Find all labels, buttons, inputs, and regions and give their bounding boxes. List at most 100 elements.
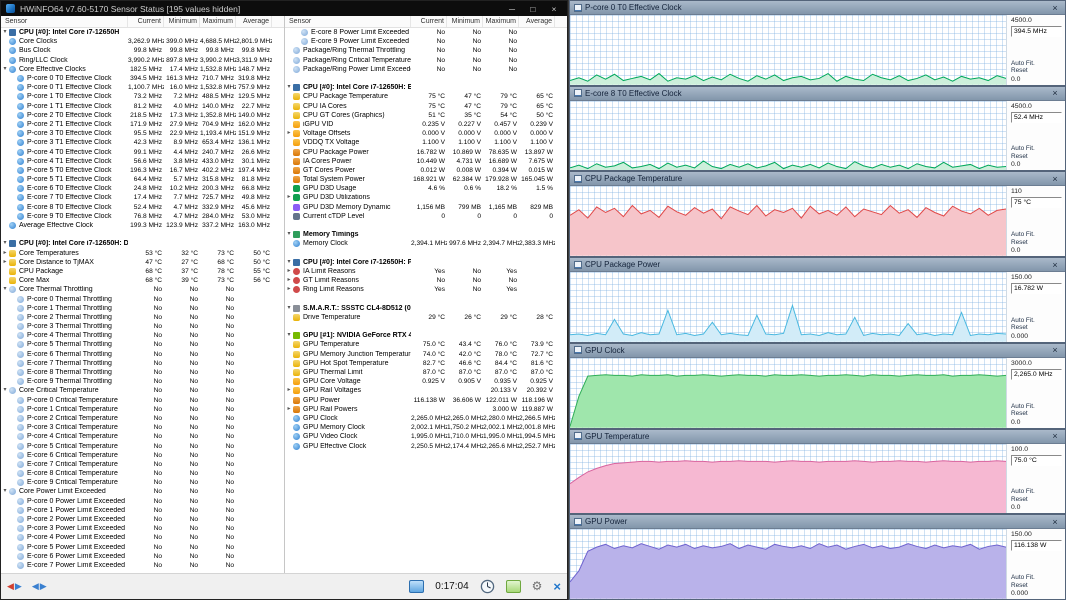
sensor-row[interactable]: P-core 1 T1 Effective Clock81.2 MHz4.0 M…	[1, 102, 272, 111]
sensor-row[interactable]: Ring/LLC Clock3,990.2 MHz897.8 MHz3,990.…	[1, 56, 272, 65]
sensor-row[interactable]: P-core 3 T0 Effective Clock95.5 MHz22.9 …	[1, 129, 272, 138]
sensor-row[interactable]: Core Clocks3,262.9 MHz399.0 MHz4,688.5 M…	[1, 37, 272, 46]
sensor-row[interactable]: P-core 2 T1 Effective Clock171.9 MHz27.9…	[1, 120, 272, 129]
graph-titlebar[interactable]: CPU Package Temperature×	[570, 172, 1065, 186]
sensor-group-row[interactable]: ▾CPU [#0]: Intel Core i7-12650H: DTS	[1, 239, 272, 248]
sensor-row[interactable]: GPU Video Clock1,995.0 MHz1,710.0 MHz1,9…	[285, 432, 555, 441]
auto-fit-button[interactable]: Auto Fit.	[1011, 231, 1062, 239]
sensor-row[interactable]: P-core 0 Thermal ThrottlingNoNoNo	[1, 294, 272, 303]
expand-arrow-icon[interactable]: ▸	[285, 285, 293, 294]
sensor-row[interactable]: ▸Core Temperatures53 °C32 °C73 °C50 °C	[1, 249, 272, 258]
sensor-row[interactable]: P-core 2 Thermal ThrottlingNoNoNo	[1, 313, 272, 322]
auto-fit-button[interactable]: Auto Fit.	[1011, 574, 1062, 582]
graph-plot-area[interactable]	[570, 529, 1007, 599]
sensor-row[interactable]: P-core 1 T0 Effective Clock73.2 MHz7.2 M…	[1, 92, 272, 101]
sensor-row[interactable]: ▸Core Distance to TjMAX47 °C27 °C68 °C50…	[1, 258, 272, 267]
settings-gear-icon[interactable]: ⚙	[532, 580, 543, 593]
column-header-minimum[interactable]: Minimum	[164, 16, 200, 27]
collapse-arrow-icon[interactable]: ▾	[1, 386, 9, 395]
sensor-row[interactable]: GPU Power116.138 W36.606 W122.011 W118.1…	[285, 396, 555, 405]
sensor-row[interactable]: ▸GT Limit ReasonsNoNoNo	[285, 276, 555, 285]
sensor-row[interactable]: E-core 9 Critical TemperatureNoNoNo	[1, 478, 272, 487]
column-header-maximum[interactable]: Maximum	[483, 16, 519, 27]
sensor-row[interactable]: CPU Package68 °C37 °C78 °C55 °C	[1, 267, 272, 276]
auto-fit-button[interactable]: Auto Fit.	[1011, 145, 1062, 153]
graph-titlebar[interactable]: P-core 0 T0 Effective Clock×	[570, 1, 1065, 15]
sensor-row[interactable]: Memory Clock2,394.1 MHz997.6 MHz2,394.7 …	[285, 239, 555, 248]
sensor-row[interactable]: Drive Temperature29 °C26 °C29 °C28 °C	[285, 313, 555, 322]
sensor-row[interactable]: ▸IA Limit ReasonsYesNoYes	[285, 267, 555, 276]
collapse-arrow-icon[interactable]: ▾	[1, 239, 9, 248]
sensor-row[interactable]: GPU Thermal Limit87.0 °C87.0 °C87.0 °C87…	[285, 368, 555, 377]
collapse-arrow-icon[interactable]: ▾	[1, 487, 9, 496]
swap-panels-icon[interactable]: ◀▶	[32, 581, 47, 592]
arrow-left-icon[interactable]: ◀	[32, 581, 39, 592]
sensor-row[interactable]: GPU Clock2,265.0 MHz2,265.0 MHz2,280.0 M…	[285, 414, 555, 423]
sensor-row[interactable]: P-core 5 Critical TemperatureNoNoNo	[1, 441, 272, 450]
sensor-group-row[interactable]: ▾CPU [#0]: Intel Core i7-12650H: Perfor.…	[285, 258, 555, 267]
sensor-group-row[interactable]: ▾S.M.A.R.T.: SSSTC CL4-8D512 (0023124...	[285, 304, 555, 313]
sensor-row[interactable]: P-core 2 T0 Effective Clock218.5 MHz17.3…	[1, 111, 272, 120]
sensor-row[interactable]: GPU Core Voltage0.925 V0.905 V0.935 V0.9…	[285, 377, 555, 386]
arrow-left-icon[interactable]: ◀	[7, 581, 14, 592]
maximize-button[interactable]: □	[525, 4, 541, 14]
sensor-row[interactable]: Package/Ring Thermal ThrottlingNoNoNo	[285, 46, 555, 55]
graph-plot-area[interactable]	[570, 101, 1007, 171]
collapse-arrow-icon[interactable]: ▾	[1, 285, 9, 294]
sensor-row[interactable]: E-core 7 Critical TemperatureNoNoNo	[1, 460, 272, 469]
sensor-row[interactable]: GPU Memory Clock2,002.1 MHz1,750.2 MHz2,…	[285, 423, 555, 432]
sensor-row[interactable]: GPU D3D Memory Dynamic1,156 MB799 MB1,16…	[285, 203, 555, 212]
sensor-row[interactable]: P-core 4 Thermal ThrottlingNoNoNo	[1, 331, 272, 340]
column-header-current[interactable]: Current	[411, 16, 447, 27]
sensor-group-row[interactable]: ▾CPU [#0]: Intel Core i7-12650H: Enhanc.…	[285, 83, 555, 92]
sensor-row[interactable]: Average Effective Clock199.3 MHz123.9 MH…	[1, 221, 272, 230]
expand-arrow-icon[interactable]: ▸	[285, 386, 293, 395]
minimize-button[interactable]: ─	[504, 4, 520, 14]
sensor-row[interactable]: VDDQ TX Voltage1.100 V1.100 V1.100 V1.10…	[285, 138, 555, 147]
column-header-sensor[interactable]: Sensor	[285, 16, 411, 27]
clock-icon[interactable]	[480, 579, 495, 594]
sensor-row[interactable]: CPU Package Temperature75 °C47 °C79 °C65…	[285, 92, 555, 101]
sensor-row[interactable]: Bus Clock99.8 MHz99.8 MHz99.8 MHz99.8 MH…	[1, 46, 272, 55]
sensor-row[interactable]: P-core 3 Power Limit ExceededNoNoNo	[1, 524, 272, 533]
sensor-row[interactable]: P-core 0 Power Limit ExceededNoNoNo	[1, 497, 272, 506]
close-icon[interactable]: ×	[1049, 3, 1061, 13]
sensor-row[interactable]: ▸Voltage Offsets0.000 V0.000 V0.000 V0.0…	[285, 129, 555, 138]
sensor-row[interactable]: P-core 0 T0 Effective Clock394.5 MHz161.…	[1, 74, 272, 83]
sensor-row[interactable]: P-core 5 T1 Effective Clock64.4 MHz5.7 M…	[1, 175, 272, 184]
sensor-row[interactable]: E-core 6 T0 Effective Clock24.8 MHz10.2 …	[1, 184, 272, 193]
sensor-row[interactable]: P-core 4 T0 Effective Clock99.1 MHz4.4 M…	[1, 147, 272, 156]
sensor-group-row[interactable]: ▾Memory Timings	[285, 230, 555, 239]
sensor-row[interactable]: ▸GPU D3D Utilizations	[285, 193, 555, 202]
close-icon[interactable]: ×	[1049, 517, 1061, 527]
auto-fit-button[interactable]: Auto Fit.	[1011, 488, 1062, 496]
sensor-row[interactable]: CPU Package Power16.782 W10.869 W78.635 …	[285, 147, 555, 156]
sensor-row[interactable]: CPU IA Cores75 °C47 °C79 °C65 °C	[285, 102, 555, 111]
sensor-row[interactable]: P-core 1 Power Limit ExceededNoNoNo	[1, 506, 272, 515]
graph-titlebar[interactable]: GPU Temperature×	[570, 430, 1065, 444]
graph-plot-area[interactable]	[570, 186, 1007, 256]
sensor-group-row[interactable]: ▾GPU [#1]: NVIDIA GeForce RTX 4070 La...	[285, 331, 555, 340]
sensor-row[interactable]: P-core 1 Critical TemperatureNoNoNo	[1, 405, 272, 414]
sensor-row[interactable]: P-core 3 Thermal ThrottlingNoNoNo	[1, 322, 272, 331]
sensor-row[interactable]: ▾Core Thermal ThrottlingNoNoNo	[1, 285, 272, 294]
close-icon[interactable]: ×	[1049, 345, 1061, 355]
sensor-row[interactable]: E-core 9 T0 Effective Clock76.8 MHz4.7 M…	[1, 212, 272, 221]
sensor-row[interactable]: E-core 7 T0 Effective Clock17.4 MHz7.7 M…	[1, 193, 272, 202]
sensor-row[interactable]: P-core 0 Critical TemperatureNoNoNo	[1, 396, 272, 405]
sensor-row[interactable]: Total System Power168.921 W62.384 W179.9…	[285, 175, 555, 184]
graph-titlebar[interactable]: GPU Power×	[570, 515, 1065, 529]
collapse-arrow-icon[interactable]: ▾	[285, 304, 293, 313]
sensor-row[interactable]: ▾Core Effective Clocks182.5 MHz17.4 MHz1…	[1, 65, 272, 74]
sensor-row[interactable]: E-core 7 Thermal ThrottlingNoNoNo	[1, 359, 272, 368]
reset-button[interactable]: Reset	[1011, 239, 1062, 247]
column-header-minimum[interactable]: Minimum	[447, 16, 483, 27]
column-header-current[interactable]: Current	[128, 16, 164, 27]
collapse-arrow-icon[interactable]: ▾	[285, 331, 293, 340]
collapse-arrow-icon[interactable]: ▾	[1, 65, 9, 74]
sensor-row[interactable]: GPU Memory Junction Temperature74.0 °C42…	[285, 350, 555, 359]
collapse-arrow-icon[interactable]: ▾	[285, 258, 293, 267]
column-header-sensor[interactable]: Sensor	[1, 16, 128, 27]
close-sensors-icon[interactable]: ×	[553, 580, 561, 593]
sensor-row[interactable]: GPU D3D Usage4.6 %0.6 %18.2 %1.5 %	[285, 184, 555, 193]
